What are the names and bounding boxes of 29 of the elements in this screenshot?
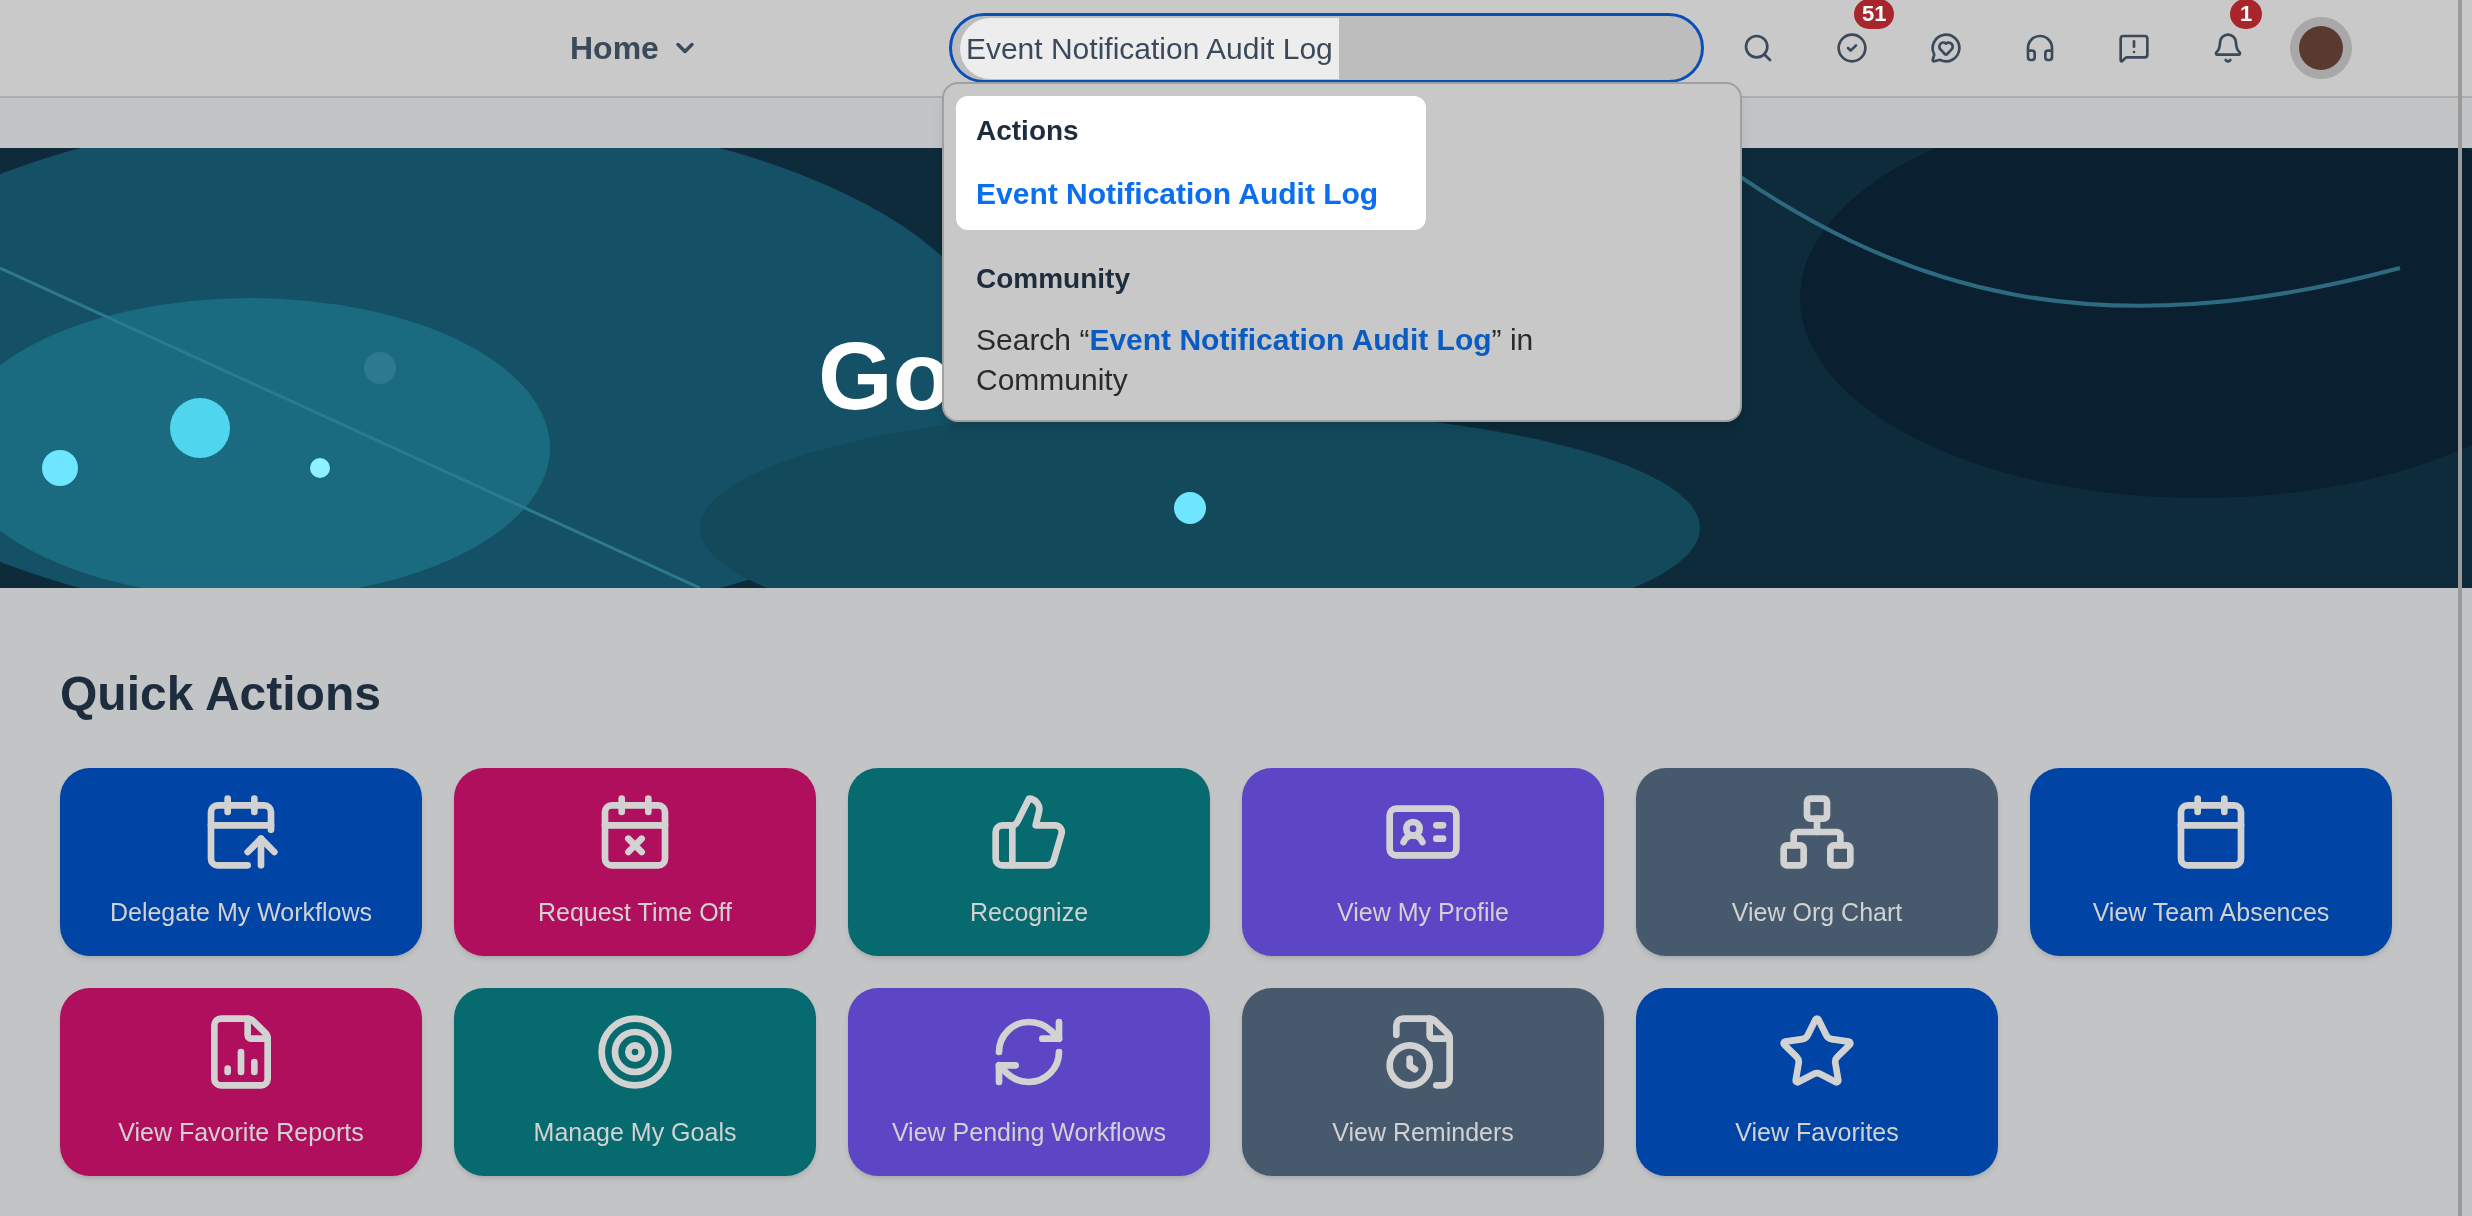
quick-action-tile[interactable]: Delegate My Workflows xyxy=(60,768,422,956)
count-badge: 1 xyxy=(2230,0,2262,29)
count-badge: 51 xyxy=(1854,0,1895,29)
quick-action-tile[interactable]: View Org Chart xyxy=(1636,768,1998,956)
quick-action-tile[interactable]: Recognize xyxy=(848,768,1210,956)
quick-action-tile[interactable]: View Favorite Reports xyxy=(60,988,422,1176)
bell-icon xyxy=(2212,32,2244,64)
chat-button[interactable] xyxy=(1928,30,1964,66)
headset-icon xyxy=(2024,32,2056,64)
quick-action-tile[interactable]: Manage My Goals xyxy=(454,988,816,1176)
quick-action-tile[interactable]: View My Profile xyxy=(1242,768,1604,956)
quick-action-tile[interactable]: View Favorites xyxy=(1636,988,1998,1176)
quick-action-tile[interactable]: Request Time Off xyxy=(454,768,816,956)
section-title: Quick Actions xyxy=(60,666,382,722)
hero-title: Go xyxy=(818,328,952,424)
group-heading: Actions xyxy=(976,114,1080,148)
quick-action-tile[interactable]: View Pending Workflows xyxy=(848,988,1210,1176)
suggestion-item[interactable]: Search “Event Notification Audit Log” in Community xyxy=(976,320,1596,400)
search-field[interactable]: Event Notification Audit Log xyxy=(948,13,1704,83)
home-menu[interactable]: Home xyxy=(570,24,699,72)
search-icon xyxy=(1742,32,1774,64)
chat-alert-icon xyxy=(2118,32,2150,64)
check-circle-button[interactable] xyxy=(1834,30,1870,66)
check-circle-icon xyxy=(1836,32,1868,64)
suggestion-item[interactable]: Event Notification Audit Log xyxy=(976,172,1406,216)
group-heading: Community xyxy=(976,262,1131,296)
chat-icon xyxy=(1930,32,1962,64)
quick-action-tile[interactable]: View Reminders xyxy=(1242,988,1604,1176)
quick-action-tile[interactable]: View Team Absences xyxy=(2030,768,2392,956)
